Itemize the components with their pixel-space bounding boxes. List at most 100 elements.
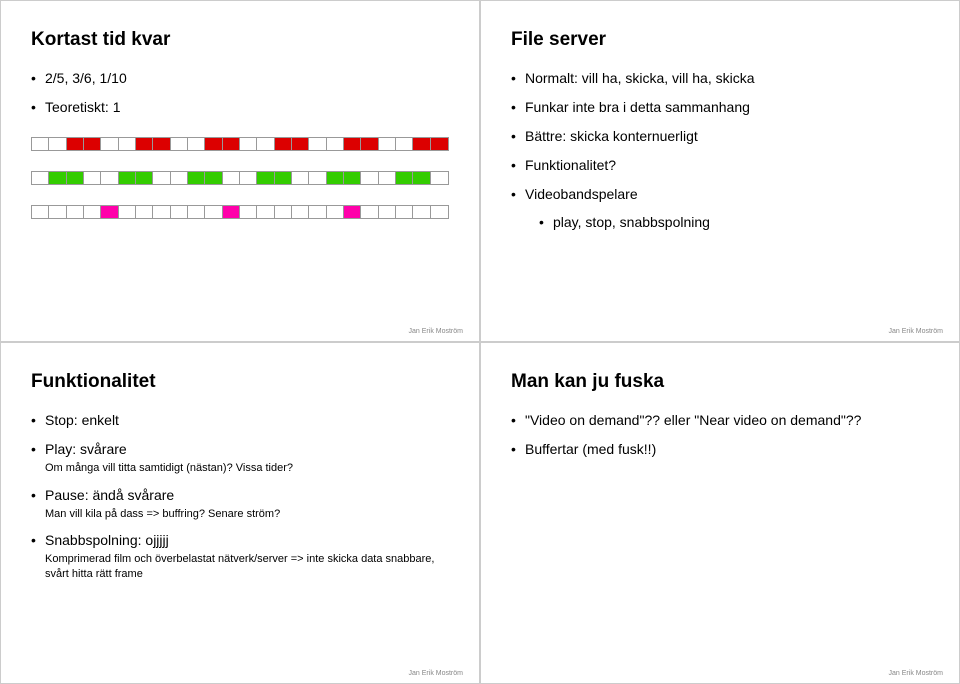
quadrant-top-right: File server Normalt: vill ha, skicka, vi… — [480, 0, 960, 342]
bullet-subtext: Komprimerad film och överbelastat nätver… — [45, 552, 449, 582]
sub-bullets: play, stop, snabbspolning — [539, 213, 929, 232]
bullets-top-left: 2/5, 3/6, 1/10 Teoretiskt: 1 — [31, 69, 449, 127]
bar-cell — [67, 172, 84, 184]
footer-author: Jan Erik Moström — [889, 670, 943, 677]
bar-cell — [240, 172, 257, 184]
bar-cell — [32, 138, 49, 150]
bar-cell — [205, 206, 222, 218]
bar-cell — [257, 172, 274, 184]
bullets-top-right: Normalt: vill ha, skicka, vill ha, skick… — [511, 69, 929, 242]
bar-row-green — [31, 171, 449, 185]
bar-cell — [136, 138, 153, 150]
bar-cell — [101, 206, 118, 218]
bullet-item: "Video on demand"?? eller "Near video on… — [511, 411, 929, 430]
bar-cell — [431, 206, 448, 218]
slide-grid: Kortast tid kvar 2/5, 3/6, 1/10 Teoretis… — [0, 0, 960, 684]
bullet-item: Funktionalitet? — [511, 156, 929, 175]
bar-cell — [84, 172, 101, 184]
bar-cell — [292, 138, 309, 150]
bar-cell — [344, 172, 361, 184]
bar-cell — [379, 138, 396, 150]
bar-cell — [119, 138, 136, 150]
quadrant-top-left: Kortast tid kvar 2/5, 3/6, 1/10 Teoretis… — [0, 0, 480, 342]
bar-cell — [240, 206, 257, 218]
bar-cell — [309, 138, 326, 150]
bar-cell — [49, 172, 66, 184]
bar-cell — [205, 138, 222, 150]
bullet-item: 2/5, 3/6, 1/10 — [31, 69, 449, 88]
bar-cell — [223, 206, 240, 218]
footer-author: Jan Erik Moström — [409, 670, 463, 677]
bullet-text: Snabbspolning: ojjjjj — [45, 532, 169, 548]
bar-row-red — [31, 137, 449, 151]
bar-cell — [84, 206, 101, 218]
bullet-item: Stop: enkelt — [31, 411, 449, 430]
bar-cell — [119, 206, 136, 218]
bullet-item: Teoretiskt: 1 — [31, 98, 449, 117]
bar-cell — [344, 138, 361, 150]
bar-cell — [396, 206, 413, 218]
bar-cell — [171, 206, 188, 218]
bar-cell — [153, 138, 170, 150]
bullet-item: Normalt: vill ha, skicka, vill ha, skick… — [511, 69, 929, 88]
bar-cell — [188, 138, 205, 150]
bar-cell — [275, 206, 292, 218]
bar-cell — [396, 138, 413, 150]
bar-cell — [171, 138, 188, 150]
title-bottom-right: Man kan ju fuska — [511, 371, 929, 393]
bar-cell — [49, 206, 66, 218]
sub-bullet-item: play, stop, snabbspolning — [539, 213, 929, 232]
bar-cell — [205, 172, 222, 184]
bar-cell — [275, 172, 292, 184]
bars-container — [31, 137, 449, 239]
bar-cell — [223, 138, 240, 150]
bullet-item: Play: svårare Om många vill titta samtid… — [31, 440, 449, 476]
bar-cell — [292, 206, 309, 218]
bullets-bottom-right: "Video on demand"?? eller "Near video on… — [511, 411, 929, 469]
title-top-right: File server — [511, 29, 929, 51]
bullet-item: Snabbspolning: ojjjjj Komprimerad film o… — [31, 531, 449, 582]
bar-cell — [188, 206, 205, 218]
bar-cell — [361, 172, 378, 184]
footer-author: Jan Erik Moström — [409, 328, 463, 335]
bar-cell — [84, 138, 101, 150]
bar-cell — [67, 206, 84, 218]
bar-cell — [379, 172, 396, 184]
bullet-item: Videobandspelare play, stop, snabbspolni… — [511, 185, 929, 233]
bar-cell — [153, 172, 170, 184]
bullet-text: Play: svårare — [45, 441, 127, 457]
bar-cell — [101, 172, 118, 184]
bar-cell — [327, 206, 344, 218]
bullet-subtext: Om många vill titta samtidigt (nästan)? … — [45, 461, 449, 476]
bar-cell — [32, 206, 49, 218]
bullet-item: Buffertar (med fusk!!) — [511, 440, 929, 459]
bullet-text: Pause: ändå svårare — [45, 487, 174, 503]
bar-cell — [171, 172, 188, 184]
bar-cell — [361, 206, 378, 218]
bar-cell — [257, 138, 274, 150]
footer-author: Jan Erik Moström — [889, 328, 943, 335]
bullet-text: Videobandspelare — [525, 186, 638, 202]
title-top-left: Kortast tid kvar — [31, 29, 449, 51]
bullet-text: Stop: enkelt — [45, 412, 119, 428]
title-bottom-left: Funktionalitet — [31, 371, 449, 393]
bullet-subtext: Man vill kila på dass => buffring? Senar… — [45, 507, 449, 522]
bar-cell — [136, 172, 153, 184]
bar-cell — [32, 172, 49, 184]
quadrant-bottom-left: Funktionalitet Stop: enkelt Play: svårar… — [0, 342, 480, 684]
bullet-item: Bättre: skicka konternuerligt — [511, 127, 929, 146]
quadrant-bottom-right: Man kan ju fuska "Video on demand"?? ell… — [480, 342, 960, 684]
bar-cell — [49, 138, 66, 150]
bar-cell — [361, 138, 378, 150]
bar-cell — [344, 206, 361, 218]
bar-cell — [396, 172, 413, 184]
bar-cell — [413, 172, 430, 184]
bar-row-pink — [31, 205, 449, 219]
bullet-item: Funkar inte bra i detta sammanhang — [511, 98, 929, 117]
bullet-item: Pause: ändå svårare Man vill kila på das… — [31, 486, 449, 522]
bar-cell — [101, 138, 118, 150]
bar-cell — [292, 172, 309, 184]
bar-cell — [327, 138, 344, 150]
bullets-bottom-left: Stop: enkelt Play: svårare Om många vill… — [31, 411, 449, 592]
bar-cell — [413, 138, 430, 150]
